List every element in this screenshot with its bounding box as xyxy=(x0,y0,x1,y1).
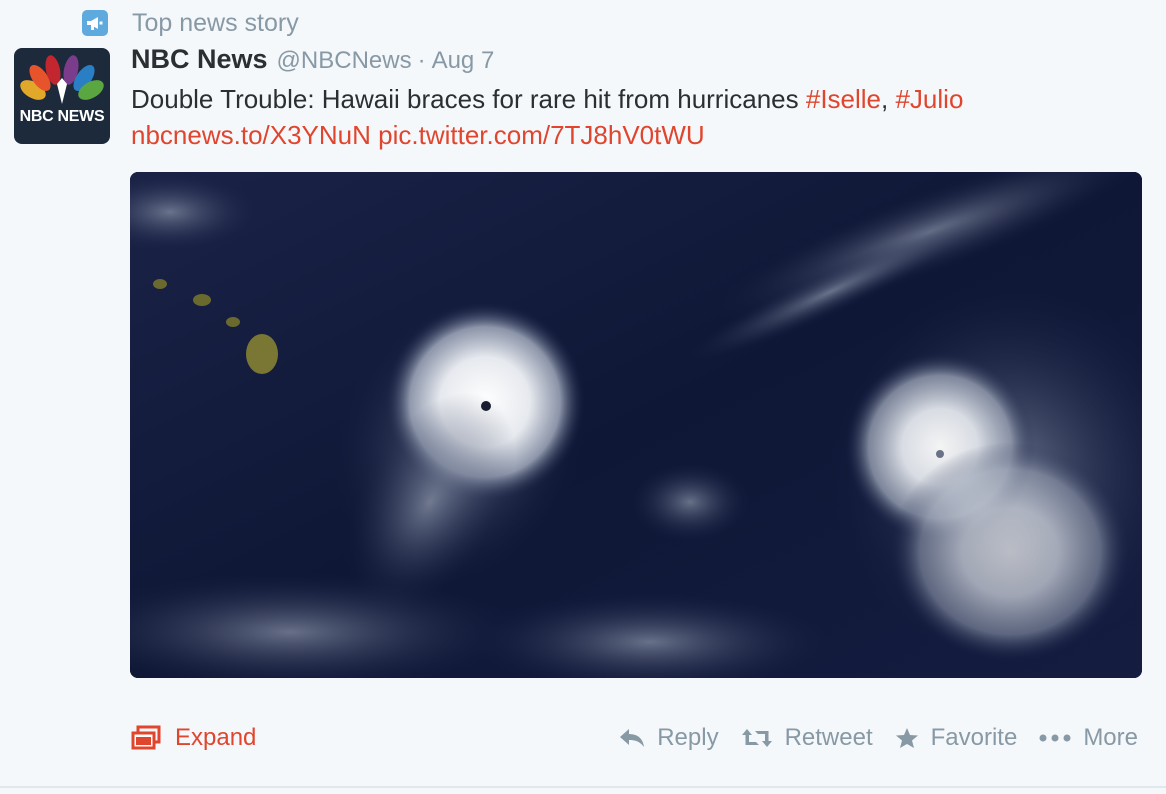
megaphone-icon xyxy=(82,10,108,36)
reply-label: Reply xyxy=(657,724,719,751)
pic-link[interactable]: pic.twitter.com/7TJ8hV0tWU xyxy=(378,120,705,150)
author-fullname[interactable]: NBC News xyxy=(131,44,268,75)
tweet-actions: Reply Retweet Favorite More xyxy=(597,724,1138,752)
tweet-header: NBC News @NBCNews · Aug 7 xyxy=(131,44,494,78)
tweet-timestamp[interactable]: Aug 7 xyxy=(432,47,495,75)
satellite-image[interactable] xyxy=(130,172,1142,678)
tweet-actions-bar: Expand Reply Retweet Favorite More xyxy=(0,720,1166,768)
expand-label: Expand xyxy=(175,724,257,751)
nbc-peacock-logo xyxy=(20,55,104,104)
article-link[interactable]: nbcnews.to/X3YNuN xyxy=(131,120,371,150)
reply-button[interactable]: Reply xyxy=(619,724,719,752)
more-button[interactable]: More xyxy=(1039,724,1138,752)
retweet-label: Retweet xyxy=(784,724,873,751)
retweet-icon xyxy=(741,728,773,748)
retweet-button[interactable]: Retweet xyxy=(741,724,873,752)
tweet-context: Top news story xyxy=(82,8,299,38)
favorite-button[interactable]: Favorite xyxy=(895,724,1018,752)
tweet: Top news story NBC NEWS NBC News @NBCNew… xyxy=(0,0,1166,794)
header-separator: · xyxy=(417,47,426,74)
favorite-label: Favorite xyxy=(930,724,1018,751)
hashtag-iselle[interactable]: #Iselle xyxy=(806,84,881,114)
star-icon xyxy=(895,727,919,749)
hashtag-julio[interactable]: #Julio xyxy=(895,84,963,114)
tweet-text-body: Double Trouble: Hawaii braces for rare h… xyxy=(131,84,806,114)
more-label: More xyxy=(1083,724,1138,751)
tweet-text: Double Trouble: Hawaii braces for rare h… xyxy=(131,84,963,115)
more-dots-icon xyxy=(1039,734,1071,742)
expand-button[interactable]: Expand xyxy=(131,724,256,752)
expand-icon xyxy=(131,725,161,751)
tweet-divider xyxy=(0,786,1166,788)
tweet-links: nbcnews.to/X3YNuN pic.twitter.com/7TJ8hV… xyxy=(131,120,705,151)
avatar[interactable]: NBC NEWS xyxy=(14,48,110,144)
context-label: Top news story xyxy=(132,8,299,37)
avatar-text: NBC NEWS xyxy=(19,108,105,125)
author-username[interactable]: @NBCNews xyxy=(277,47,412,75)
reply-icon xyxy=(619,728,645,748)
hashtag-separator: , xyxy=(881,84,896,114)
